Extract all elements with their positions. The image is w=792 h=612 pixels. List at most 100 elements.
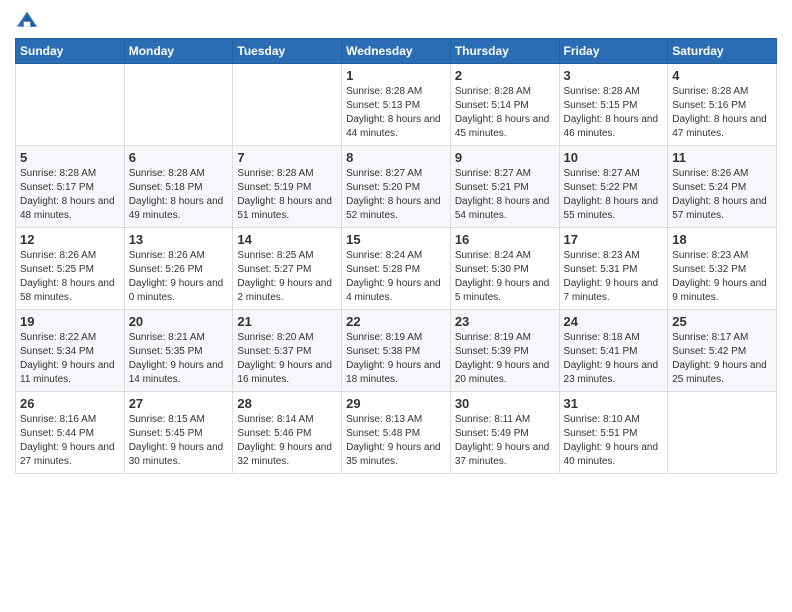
calendar-cell: 2 Sunrise: 8:28 AM Sunset: 5:14 PM Daylig… [450, 64, 559, 146]
day-info: Sunrise: 8:28 AM Sunset: 5:19 PM Dayligh… [237, 167, 337, 223]
day-number: 7 [237, 150, 337, 165]
day-number: 2 [455, 68, 555, 83]
header [15, 10, 777, 30]
day-info: Sunrise: 8:17 AM Sunset: 5:42 PM Dayligh… [672, 331, 772, 387]
calendar-cell: 28 Sunrise: 8:14 AM Sunset: 5:46 PM Dayli… [233, 392, 342, 474]
calendar-cell: 17 Sunrise: 8:23 AM Sunset: 5:31 PM Dayli… [559, 228, 668, 310]
day-number: 14 [237, 232, 337, 247]
calendar-header: SundayMondayTuesdayWednesdayThursdayFrid… [16, 39, 777, 64]
weekday-header-thursday: Thursday [450, 39, 559, 64]
day-number: 3 [564, 68, 664, 83]
day-info: Sunrise: 8:22 AM Sunset: 5:34 PM Dayligh… [20, 331, 120, 387]
calendar-cell: 7 Sunrise: 8:28 AM Sunset: 5:19 PM Daylig… [233, 146, 342, 228]
calendar-cell: 8 Sunrise: 8:27 AM Sunset: 5:20 PM Daylig… [342, 146, 451, 228]
day-info: Sunrise: 8:10 AM Sunset: 5:51 PM Dayligh… [564, 413, 664, 469]
day-number: 30 [455, 396, 555, 411]
calendar-cell: 30 Sunrise: 8:11 AM Sunset: 5:49 PM Dayli… [450, 392, 559, 474]
calendar-cell: 20 Sunrise: 8:21 AM Sunset: 5:35 PM Dayli… [124, 310, 233, 392]
day-number: 1 [346, 68, 446, 83]
day-info: Sunrise: 8:27 AM Sunset: 5:20 PM Dayligh… [346, 167, 446, 223]
day-number: 16 [455, 232, 555, 247]
calendar-cell: 4 Sunrise: 8:28 AM Sunset: 5:16 PM Daylig… [668, 64, 777, 146]
day-info: Sunrise: 8:20 AM Sunset: 5:37 PM Dayligh… [237, 331, 337, 387]
day-info: Sunrise: 8:28 AM Sunset: 5:15 PM Dayligh… [564, 85, 664, 141]
day-number: 15 [346, 232, 446, 247]
day-number: 13 [129, 232, 229, 247]
day-info: Sunrise: 8:26 AM Sunset: 5:24 PM Dayligh… [672, 167, 772, 223]
day-number: 18 [672, 232, 772, 247]
calendar-container: SundayMondayTuesdayWednesdayThursdayFrid… [0, 0, 792, 612]
day-info: Sunrise: 8:27 AM Sunset: 5:22 PM Dayligh… [564, 167, 664, 223]
calendar-cell: 24 Sunrise: 8:18 AM Sunset: 5:41 PM Dayli… [559, 310, 668, 392]
calendar-cell [124, 64, 233, 146]
day-info: Sunrise: 8:25 AM Sunset: 5:27 PM Dayligh… [237, 249, 337, 305]
calendar-cell: 21 Sunrise: 8:20 AM Sunset: 5:37 PM Dayli… [233, 310, 342, 392]
day-info: Sunrise: 8:23 AM Sunset: 5:32 PM Dayligh… [672, 249, 772, 305]
day-info: Sunrise: 8:23 AM Sunset: 5:31 PM Dayligh… [564, 249, 664, 305]
calendar-cell: 27Sunrise: 8:15 AM Sunset: 5:45 PM Dayli… [124, 392, 233, 474]
day-number: 22 [346, 314, 446, 329]
day-number: 25 [672, 314, 772, 329]
calendar-cell: 13 Sunrise: 8:26 AM Sunset: 5:26 PM Dayli… [124, 228, 233, 310]
day-info: Sunrise: 8:19 AM Sunset: 5:38 PM Dayligh… [346, 331, 446, 387]
day-info: Sunrise: 8:21 AM Sunset: 5:35 PM Dayligh… [129, 331, 229, 387]
day-info: Sunrise: 8:28 AM Sunset: 5:16 PM Dayligh… [672, 85, 772, 141]
calendar-week-row: 19 Sunrise: 8:22 AM Sunset: 5:34 PM Dayli… [16, 310, 777, 392]
day-number: 21 [237, 314, 337, 329]
day-info: Sunrise: 8:28 AM Sunset: 5:14 PM Dayligh… [455, 85, 555, 141]
weekday-row: SundayMondayTuesdayWednesdayThursdayFrid… [16, 39, 777, 64]
calendar-cell: 25 Sunrise: 8:17 AM Sunset: 5:42 PM Dayli… [668, 310, 777, 392]
day-info: Sunrise: 8:27 AM Sunset: 5:21 PM Dayligh… [455, 167, 555, 223]
day-number: 17 [564, 232, 664, 247]
day-number: 23 [455, 314, 555, 329]
day-info: Sunrise: 8:28 AM Sunset: 5:17 PM Dayligh… [20, 167, 120, 223]
calendar-body: 1Sunrise: 8:28 AM Sunset: 5:13 PM Daylig… [16, 64, 777, 474]
day-number: 6 [129, 150, 229, 165]
day-number: 12 [20, 232, 120, 247]
day-number: 20 [129, 314, 229, 329]
calendar-cell: 6 Sunrise: 8:28 AM Sunset: 5:18 PM Daylig… [124, 146, 233, 228]
calendar-cell: 3 Sunrise: 8:28 AM Sunset: 5:15 PM Daylig… [559, 64, 668, 146]
logo [15, 10, 43, 30]
calendar-cell: 15 Sunrise: 8:24 AM Sunset: 5:28 PM Dayli… [342, 228, 451, 310]
calendar-cell: 23 Sunrise: 8:19 AM Sunset: 5:39 PM Dayli… [450, 310, 559, 392]
day-info: Sunrise: 8:24 AM Sunset: 5:28 PM Dayligh… [346, 249, 446, 305]
day-info: Sunrise: 8:18 AM Sunset: 5:41 PM Dayligh… [564, 331, 664, 387]
calendar-cell: 18 Sunrise: 8:23 AM Sunset: 5:32 PM Dayli… [668, 228, 777, 310]
calendar-week-row: 26Sunrise: 8:16 AM Sunset: 5:44 PM Dayli… [16, 392, 777, 474]
calendar-cell: 16 Sunrise: 8:24 AM Sunset: 5:30 PM Dayli… [450, 228, 559, 310]
day-number: 5 [20, 150, 120, 165]
day-info: Sunrise: 8:14 AM Sunset: 5:46 PM Dayligh… [237, 413, 337, 469]
day-number: 11 [672, 150, 772, 165]
weekday-header-tuesday: Tuesday [233, 39, 342, 64]
day-info: Sunrise: 8:19 AM Sunset: 5:39 PM Dayligh… [455, 331, 555, 387]
calendar-week-row: 12 Sunrise: 8:26 AM Sunset: 5:25 PM Dayli… [16, 228, 777, 310]
day-number: 24 [564, 314, 664, 329]
day-number: 26 [20, 396, 120, 411]
calendar-cell [233, 64, 342, 146]
weekday-header-friday: Friday [559, 39, 668, 64]
day-number: 27 [129, 396, 229, 411]
day-info: Sunrise: 8:26 AM Sunset: 5:25 PM Dayligh… [20, 249, 120, 305]
weekday-header-sunday: Sunday [16, 39, 125, 64]
calendar-table: SundayMondayTuesdayWednesdayThursdayFrid… [15, 38, 777, 474]
day-number: 19 [20, 314, 120, 329]
day-number: 9 [455, 150, 555, 165]
day-info: Sunrise: 8:11 AM Sunset: 5:49 PM Dayligh… [455, 413, 555, 469]
logo-icon [15, 10, 39, 30]
calendar-week-row: 5 Sunrise: 8:28 AM Sunset: 5:17 PM Daylig… [16, 146, 777, 228]
day-info: Sunrise: 8:26 AM Sunset: 5:26 PM Dayligh… [129, 249, 229, 305]
day-info: Sunrise: 8:13 AM Sunset: 5:48 PM Dayligh… [346, 413, 446, 469]
calendar-cell: 9 Sunrise: 8:27 AM Sunset: 5:21 PM Daylig… [450, 146, 559, 228]
day-info: Sunrise: 8:24 AM Sunset: 5:30 PM Dayligh… [455, 249, 555, 305]
calendar-cell: 1Sunrise: 8:28 AM Sunset: 5:13 PM Daylig… [342, 64, 451, 146]
calendar-cell: 29Sunrise: 8:13 AM Sunset: 5:48 PM Dayli… [342, 392, 451, 474]
calendar-week-row: 1Sunrise: 8:28 AM Sunset: 5:13 PM Daylig… [16, 64, 777, 146]
day-info: Sunrise: 8:28 AM Sunset: 5:18 PM Dayligh… [129, 167, 229, 223]
day-number: 8 [346, 150, 446, 165]
calendar-cell: 12 Sunrise: 8:26 AM Sunset: 5:25 PM Dayli… [16, 228, 125, 310]
calendar-cell: 14 Sunrise: 8:25 AM Sunset: 5:27 PM Dayli… [233, 228, 342, 310]
day-number: 4 [672, 68, 772, 83]
weekday-header-monday: Monday [124, 39, 233, 64]
day-number: 28 [237, 396, 337, 411]
